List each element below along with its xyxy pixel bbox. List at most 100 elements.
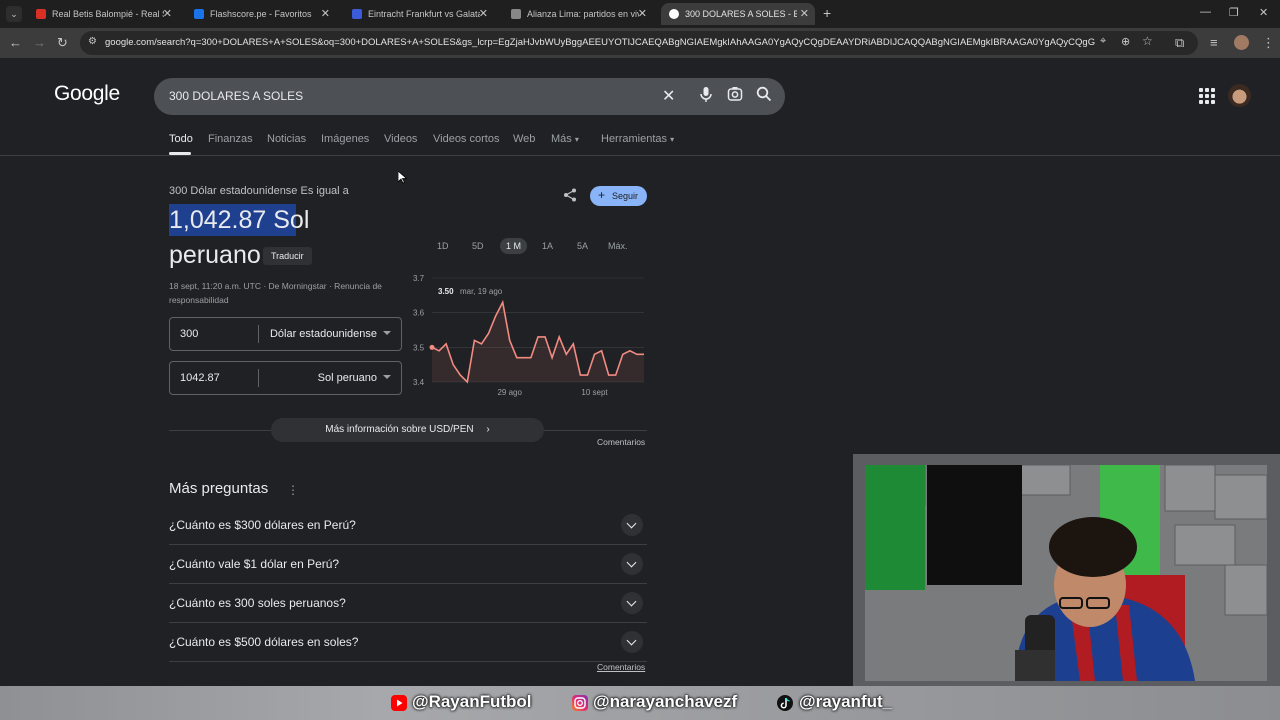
clear-icon[interactable]: ✕: [662, 86, 675, 106]
close-tab-icon[interactable]: ✕: [800, 7, 809, 20]
exchange-rate-chart[interactable]: 3.4 3.5 3.6 3.7 29 ago 10 sept 3.50 mar, 19 …: [408, 270, 650, 400]
account-avatar[interactable]: [1228, 84, 1251, 107]
y-tick-label: 3.7: [413, 274, 425, 283]
browser-toolbar: ← → ↻ ⚙ google.com/search?q=300+DOLARES+…: [0, 28, 1280, 58]
tab-noticias[interactable]: Noticias: [267, 133, 306, 145]
search-box[interactable]: 300 DOLARES A SOLES ✕: [154, 78, 785, 115]
conversion-label: 300 Dólar estadounidense Es igual a: [169, 185, 349, 197]
chevron-down-icon[interactable]: [621, 553, 643, 575]
x-tick-label: 10 sept: [581, 388, 608, 397]
site-info-icon[interactable]: ⚙: [88, 36, 97, 47]
location-icon[interactable]: ⌖: [1100, 35, 1106, 48]
chevron-right-icon: ›: [486, 424, 490, 435]
browser-tab-1[interactable]: Real Betis Balompié - Real Socie ✕: [28, 3, 178, 25]
instagram-icon: [572, 695, 588, 711]
menu-kebab-icon[interactable]: ⋮: [1262, 35, 1275, 51]
browser-tab-4[interactable]: Alianza Lima: partidos en vivo y ✕: [503, 3, 653, 25]
tab-imagenes[interactable]: Imágenes: [321, 133, 369, 145]
reload-icon[interactable]: ↻: [57, 35, 68, 51]
lens-icon[interactable]: [727, 86, 743, 106]
tab-videos[interactable]: Videos: [384, 133, 417, 145]
question-row[interactable]: ¿Cuánto es $300 dólares en Perú?: [169, 506, 647, 545]
from-amount-input[interactable]: 300: [180, 328, 198, 340]
tab-web[interactable]: Web: [513, 133, 535, 145]
close-tab-icon[interactable]: ✕: [321, 7, 330, 20]
paa-comments-link[interactable]: Comentarios: [597, 662, 645, 672]
webcam-feed: [865, 465, 1267, 681]
share-icon[interactable]: [563, 188, 577, 205]
browser-tab-active[interactable]: 300 DOLARES A SOLES - Buscar ✕: [661, 3, 815, 25]
caret-down-icon: ▾: [670, 135, 675, 144]
tools-button[interactable]: Herramientas ▾: [601, 133, 674, 145]
plus-icon: +: [598, 188, 606, 202]
extensions-icon[interactable]: ⧉: [1175, 35, 1184, 51]
range-max[interactable]: Máx.: [608, 241, 628, 251]
chevron-down-icon[interactable]: [621, 631, 643, 653]
media-control-icon[interactable]: ≡: [1210, 35, 1218, 50]
result-line-1: 1,042.87 Sol: [169, 206, 310, 234]
search-icon[interactable]: [756, 86, 772, 106]
range-1d[interactable]: 1D: [437, 241, 449, 251]
search-query[interactable]: 300 DOLARES A SOLES: [169, 89, 303, 103]
zoom-icon[interactable]: ⊕: [1121, 35, 1130, 48]
bookmark-star-icon[interactable]: ☆: [1142, 34, 1153, 48]
restore-icon[interactable]: ❐: [1229, 6, 1239, 19]
to-amount-input[interactable]: 1042.87: [180, 372, 220, 384]
close-tab-icon[interactable]: ✕: [638, 7, 647, 20]
chart-area: [432, 302, 644, 382]
translate-tooltip[interactable]: Traducir: [263, 247, 312, 265]
card-comments-link[interactable]: Comentarios: [597, 437, 645, 447]
browser-tab-3[interactable]: Eintracht Frankfurt vs Galatasar ✕: [344, 3, 494, 25]
close-tab-icon[interactable]: ✕: [163, 7, 172, 20]
range-1a[interactable]: 1A: [542, 241, 553, 251]
browser-tab-strip: ⌄ Real Betis Balompié - Real Socie ✕ Fla…: [0, 0, 1280, 28]
close-window-icon[interactable]: ✕: [1259, 6, 1268, 19]
tab-mas[interactable]: Más ▾: [551, 133, 579, 145]
tab-search-icon[interactable]: ⌄: [6, 6, 22, 22]
range-5d[interactable]: 5D: [472, 241, 484, 251]
chevron-down-icon[interactable]: [621, 592, 643, 614]
profile-avatar[interactable]: [1234, 35, 1249, 50]
tiktok-handle: @rayanfut_: [799, 692, 893, 711]
from-currency-select[interactable]: Dólar estadounidense: [270, 328, 377, 340]
from-amount-field[interactable]: 300 Dólar estadounidense: [169, 317, 402, 351]
address-bar[interactable]: ⚙ google.com/search?q=300+DOLARES+A+SOLE…: [80, 31, 1198, 55]
more-info-button[interactable]: Más información sobre USD/PEN ›: [271, 418, 544, 442]
minimize-icon[interactable]: —: [1200, 6, 1211, 18]
instagram-handle: @narayanchavezf: [593, 692, 738, 711]
chart-tooltip-date: mar, 19 ago: [460, 287, 503, 296]
to-amount-field[interactable]: 1042.87 Sol peruano: [169, 361, 402, 395]
mouse-cursor-icon: [398, 171, 407, 184]
chart-tooltip-value: 3.50: [438, 287, 454, 296]
question-row[interactable]: ¿Cuánto es 300 soles peruanos?: [169, 584, 647, 623]
range-1m[interactable]: 1 M: [500, 238, 528, 254]
new-tab-icon[interactable]: +: [823, 5, 831, 21]
y-tick-label: 3.6: [413, 309, 425, 318]
question-row[interactable]: ¿Cuánto es $500 dólares en soles?: [169, 623, 647, 662]
range-5a[interactable]: 5A: [577, 241, 588, 251]
to-currency-select[interactable]: Sol peruano: [318, 372, 377, 384]
alianza-favicon-icon: [511, 9, 521, 19]
tiktok-icon: [777, 695, 793, 711]
browser-tab-2[interactable]: Flashscore.pe - Favoritos ✕: [186, 3, 336, 25]
flashscore-favicon-icon: [194, 9, 204, 19]
chevron-down-icon[interactable]: [621, 514, 643, 536]
dropdown-caret-icon[interactable]: [383, 331, 391, 335]
youtube-handle: @RayanFutbol: [412, 692, 532, 711]
back-icon[interactable]: ←: [9, 35, 22, 50]
more-options-icon[interactable]: ⋮: [287, 483, 299, 497]
question-row[interactable]: ¿Cuánto vale $1 dólar en Perú?: [169, 545, 647, 584]
chart-point: [429, 344, 435, 350]
follow-button[interactable]: + Seguir: [590, 186, 647, 206]
tab-finanzas[interactable]: Finanzas: [208, 133, 253, 145]
tab-todo[interactable]: Todo: [169, 133, 193, 145]
google-logo[interactable]: Google: [54, 82, 120, 106]
social-footer: @RayanFutbol @narayanchavezf @rayanfut_: [0, 686, 1280, 720]
tab-videos-cortos[interactable]: Videos cortos: [433, 133, 499, 145]
close-tab-icon[interactable]: ✕: [479, 7, 488, 20]
dropdown-caret-icon[interactable]: [383, 375, 391, 379]
voice-search-icon[interactable]: [699, 86, 713, 106]
google-apps-icon[interactable]: [1199, 88, 1215, 104]
forward-icon[interactable]: →: [33, 35, 46, 50]
y-tick-label: 3.4: [413, 378, 425, 387]
